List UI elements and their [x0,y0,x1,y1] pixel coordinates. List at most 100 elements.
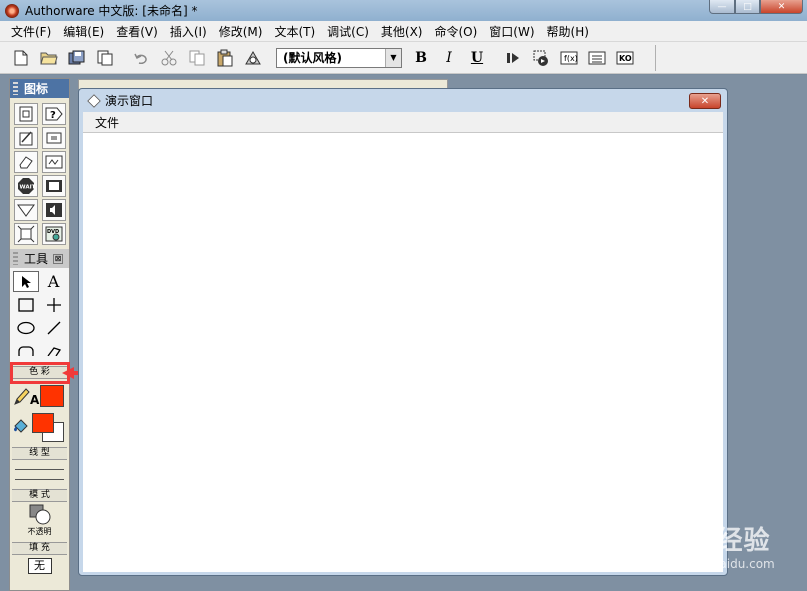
calculation-icon-button[interactable] [41,127,66,149]
open-file-button[interactable] [38,47,60,69]
drag-grip-icon[interactable] [13,252,18,265]
cut-icon [161,50,177,65]
control-panel-button[interactable] [530,47,552,69]
mode-section-label: 模 式 [12,489,67,502]
underline-button[interactable]: U [466,47,488,69]
menu-commands[interactable]: 命令(O) [428,23,483,40]
polygon-icon [46,346,61,356]
menu-edit[interactable]: 编辑(E) [57,23,110,40]
minimize-icon: — [717,1,727,12]
motion-icon-button[interactable] [13,127,38,149]
rounded-rectangle-tool[interactable] [13,340,39,361]
rectangle-tool[interactable] [13,294,39,315]
svg-text:WAIT: WAIT [19,185,35,191]
erase-icon-button[interactable] [13,151,38,173]
tools-panel-title: 工具 [24,252,49,266]
mode-value: 不透明 [27,527,52,536]
presentation-window-titlebar[interactable]: 演示窗口 [79,89,727,112]
menu-insert[interactable]: 插入(I) [164,23,213,40]
presentation-window-icon [87,93,101,108]
pointer-tool[interactable] [12,271,39,292]
new-file-button[interactable] [10,47,32,69]
functions-button[interactable]: f(x) [558,47,580,69]
baidu-watermark: Baidu 经验 jingyan.baidu.com [618,510,798,580]
restart-button[interactable] [502,47,524,69]
line-sample [15,469,64,470]
italic-button[interactable]: I [438,47,460,69]
menu-view[interactable]: 查看(V) [110,23,164,40]
open-folder-icon [40,52,58,65]
mode-selector[interactable]: 不透明 [10,504,69,540]
polygon-tool[interactable] [41,340,67,361]
line-style-selector[interactable] [10,469,69,480]
chevron-down-icon[interactable]: ▼ [385,48,401,67]
map-icon [45,155,62,169]
copy-button[interactable] [186,47,208,69]
save-all-button[interactable] [66,47,88,69]
title-bar: Authorware 中文版: [未命名] * — □ ✕ [0,0,807,21]
line-style-section-label: 线 型 [12,447,67,460]
line-text-color-swatch[interactable] [40,385,64,407]
tools-panel-header[interactable]: 工具 ⊠ [10,249,69,268]
text-style-select[interactable]: (默认风格) ▼ [276,47,402,68]
diagonal-line-tool[interactable] [41,317,67,338]
fill-color-row [10,411,69,443]
presentation-window-close-button[interactable]: ✕ [689,93,721,109]
cut-button[interactable] [158,47,180,69]
presentation-menu-file[interactable]: 文件 [95,114,119,131]
text-tool-icon: A [47,272,60,291]
navigate-icon-button[interactable] [13,199,38,221]
interaction-icon: ? [45,107,63,121]
menu-window[interactable]: 窗口(W) [483,23,540,40]
menu-control[interactable]: 调试(C) [321,23,375,40]
fill-foreground-color-swatch[interactable] [32,413,54,433]
digital-movie-icon [45,180,62,192]
display-icon-button[interactable] [13,103,38,125]
text-color-a-icon: A [30,393,40,407]
digital-movie-icon-button[interactable] [41,175,66,197]
find-button[interactable] [242,47,264,69]
dvd-icon-button[interactable]: DVD [41,223,66,245]
menu-modify[interactable]: 修改(M) [213,23,269,40]
tool-grid: A [10,268,69,364]
maximize-icon: □ [743,1,752,12]
menu-bar: 文件(F) 编辑(E) 查看(V) 插入(I) 修改(M) 文本(T) 调试(C… [0,21,807,42]
menu-xtras[interactable]: 其他(X) [375,23,429,40]
tools-close-icon[interactable]: ⊠ [53,253,64,264]
orthogonal-line-tool[interactable] [41,294,67,315]
rectangle-icon [17,297,34,312]
maximize-button[interactable]: □ [735,0,760,14]
variables-button[interactable] [586,47,608,69]
paste-button[interactable] [214,47,236,69]
opaque-mode-icon [29,504,50,525]
minimize-button[interactable]: — [709,0,735,14]
close-icon: ✕ [700,95,710,107]
calculation-icon [46,132,61,144]
sound-icon-button[interactable] [41,199,66,221]
display-icon [19,106,32,122]
ellipse-icon [16,321,35,334]
framework-icon-button[interactable] [13,223,38,245]
fill-pattern-selector[interactable]: 无 [27,558,52,574]
menu-text[interactable]: 文本(T) [268,23,321,40]
import-button[interactable] [94,47,116,69]
close-button[interactable]: ✕ [760,0,803,14]
knowledge-objects-button[interactable]: KO [614,47,636,69]
icon-palette-header[interactable]: 图标 [10,79,69,98]
map-icon-button[interactable] [41,151,66,173]
bold-button[interactable]: B [410,47,432,69]
line-sample [15,479,64,480]
presentation-canvas[interactable] [83,132,723,572]
wait-icon-button[interactable]: WAIT [13,175,38,197]
drag-grip-icon[interactable] [13,82,18,95]
menu-file[interactable]: 文件(F) [5,23,57,40]
presentation-window: 演示窗口 ✕ 文件 [78,88,728,576]
ellipse-tool[interactable] [13,317,39,338]
new-file-icon [14,50,28,65]
baidu-paw-logo [666,511,688,534]
interaction-icon-button[interactable]: ? [41,103,66,125]
variables-icon [588,51,606,64]
undo-button[interactable] [130,47,152,69]
text-tool[interactable]: A [41,271,67,292]
menu-help[interactable]: 帮助(H) [541,23,595,40]
